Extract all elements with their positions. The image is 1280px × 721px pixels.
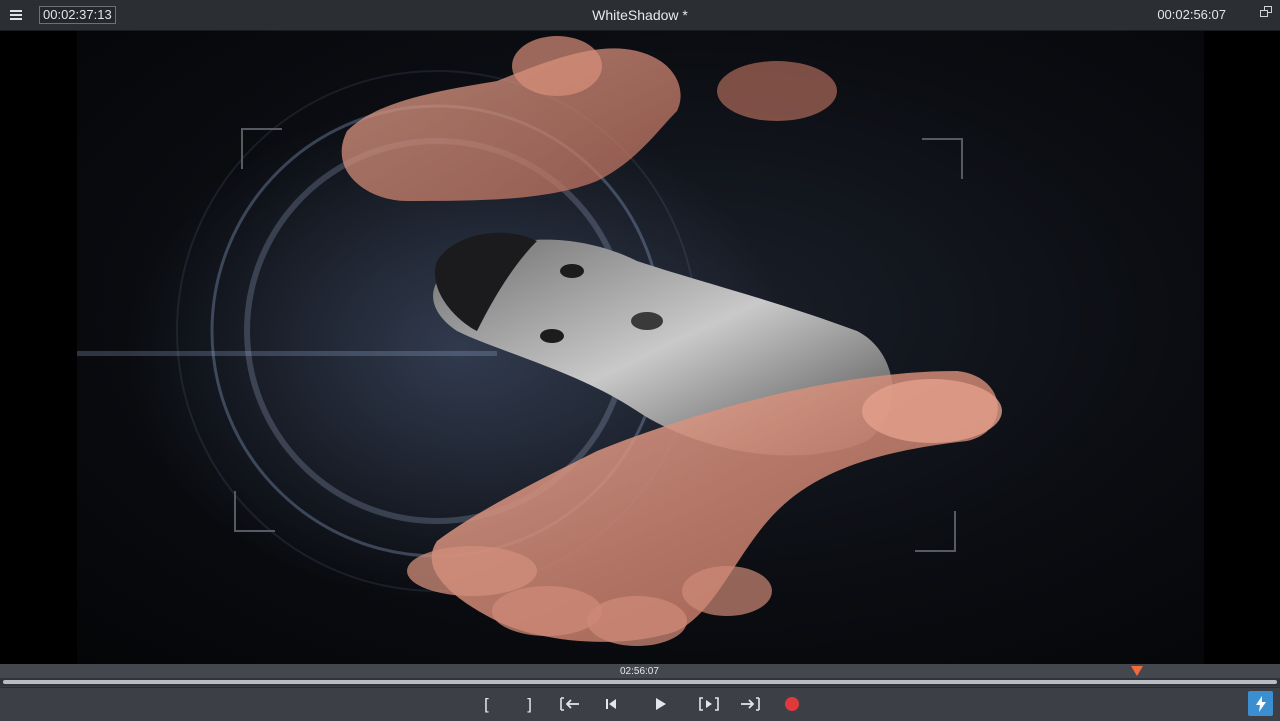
play-icon: [656, 698, 666, 710]
title-bar: 00:02:37:13 WhiteShadow * 00:02:56:07: [0, 0, 1280, 31]
play-range-icon: [699, 697, 719, 711]
performance-mode-button[interactable]: [1248, 691, 1273, 716]
lightning-icon: [1255, 695, 1266, 712]
previous-frame-button[interactable]: [598, 694, 624, 714]
playhead-time-label: 02:56:07: [620, 666, 659, 677]
record-icon: [785, 697, 799, 711]
video-viewer[interactable]: [0, 31, 1280, 664]
video-frame: [77, 31, 1204, 664]
playhead-marker[interactable]: [1131, 666, 1143, 676]
transport-bar: [ ]: [0, 687, 1280, 721]
current-timecode[interactable]: 00:02:37:13: [39, 6, 116, 24]
menu-icon[interactable]: [8, 7, 24, 23]
play-button[interactable]: [647, 694, 673, 714]
restore-window-icon[interactable]: [1260, 6, 1272, 18]
record-button[interactable]: [779, 694, 805, 714]
mark-in-button[interactable]: [: [474, 694, 500, 714]
mark-out-button[interactable]: ]: [516, 694, 542, 714]
go-to-mark-out-button[interactable]: [737, 694, 763, 714]
skip-back-icon: [606, 699, 616, 709]
timeline-scrollbar[interactable]: [0, 678, 1280, 686]
play-in-out-button[interactable]: [696, 694, 722, 714]
video-frame-image: [77, 36, 1002, 646]
go-to-mark-out-icon: [741, 697, 760, 711]
go-to-mark-in-button[interactable]: [557, 694, 583, 714]
total-timecode: 00:02:56:07: [1157, 7, 1226, 22]
go-to-mark-in-icon: [560, 697, 579, 711]
timeline-scrollbar-thumb[interactable]: [3, 680, 1277, 684]
window-title: WhiteShadow *: [592, 7, 688, 23]
